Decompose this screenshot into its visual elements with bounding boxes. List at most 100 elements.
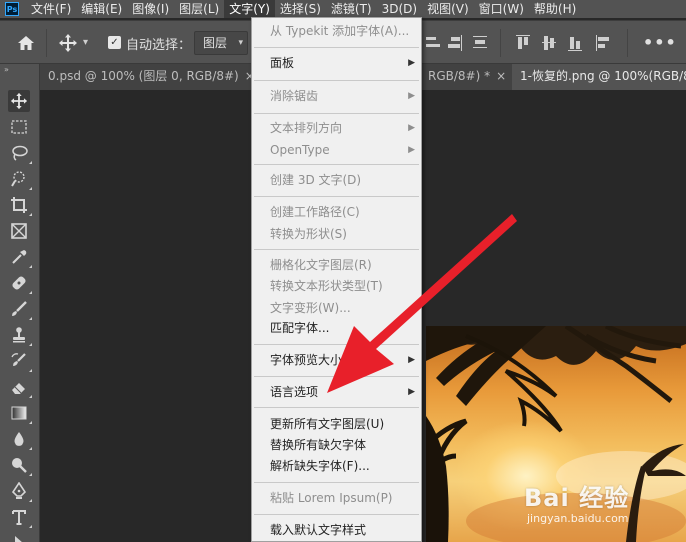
menu-item-create-3d-text: 创建 3D 文字(D) <box>252 169 421 191</box>
move-tool-icon[interactable] <box>58 33 78 53</box>
menu-file[interactable]: 文件(F) <box>26 0 76 18</box>
auto-select-checkbox[interactable]: ✓ <box>108 36 121 49</box>
type-menu-dropdown: 从 Typekit 添加字体(A)... 面板 ▶ 消除锯齿 ▶ 文本排列方向 ▶ O… <box>251 17 422 542</box>
tools-panel: » <box>0 64 40 542</box>
menu-item-label: 载入默认文字样式 <box>270 523 367 537</box>
menu-item-update-all-text-layers[interactable]: 更新所有文字图层(U) <box>252 413 421 435</box>
menu-item-label: 替换所有缺欠字体 <box>270 438 367 452</box>
align-center-icon[interactable] <box>425 34 441 52</box>
history-brush-tool-icon[interactable] <box>8 350 32 372</box>
home-icon[interactable] <box>16 33 36 53</box>
tab-label: RGB/8#) * <box>428 69 491 83</box>
healing-brush-tool-icon[interactable] <box>8 272 32 294</box>
menu-separator <box>254 407 419 408</box>
menu-separator <box>254 344 419 345</box>
menu-item-create-work-path: 创建工作路径(C) <box>252 201 421 223</box>
menu-separator <box>254 482 419 483</box>
marquee-tool-icon[interactable] <box>8 116 30 138</box>
menu-bar: Ps 文件(F) 编辑(E) 图像(I) 图层(L) 文字(Y) 选择(S) 滤… <box>0 0 686 18</box>
tab-label: 1-恢复的.png @ 100%(RGB/8) <box>520 69 686 83</box>
menu-item-add-typekit-fonts: 从 Typekit 添加字体(A)... <box>252 20 421 42</box>
menu-item-opentype: OpenType ▶ <box>252 139 421 161</box>
lasso-tool-icon[interactable] <box>8 142 32 164</box>
submenu-arrow-icon: ▶ <box>408 123 415 133</box>
pen-tool-icon[interactable] <box>8 480 32 502</box>
menu-item-convert-text-shape-type: 转换文本形状类型(T) <box>252 275 421 297</box>
menu-item-font-preview-size[interactable]: 字体预览大小 ▶ <box>252 349 421 371</box>
menu-item-paste-lorem-ipsum: 粘贴 Lorem Ipsum(P) <box>252 487 421 509</box>
tab-0-psd[interactable]: 0.psd @ 100% (图层 0, RGB/8#) × <box>40 64 255 90</box>
menu-filter[interactable]: 滤镜(T) <box>326 0 377 18</box>
chevron-down-icon[interactable]: ▾ <box>83 37 88 48</box>
menu-item-replace-missing-fonts[interactable]: 替换所有缺欠字体 <box>252 434 421 456</box>
dodge-tool-icon[interactable] <box>8 454 32 476</box>
eraser-tool-icon[interactable] <box>8 376 32 398</box>
menu-item-label: 创建工作路径(C) <box>270 205 360 219</box>
auto-select-label: 自动选择： <box>126 38 192 53</box>
menu-help[interactable]: 帮助(H) <box>529 0 581 18</box>
menu-item-panels[interactable]: 面板 ▶ <box>252 52 421 74</box>
menu-item-label: 转换为形状(S) <box>270 227 347 241</box>
submenu-arrow-icon: ▶ <box>408 355 415 365</box>
menu-image[interactable]: 图像(I) <box>127 0 174 18</box>
menu-edit[interactable]: 编辑(E) <box>76 0 127 18</box>
menu-item-rasterize-type-layer: 栅格化文字图层(R) <box>252 254 421 276</box>
distribute-bottom-icon[interactable] <box>567 34 583 52</box>
menu-layer[interactable]: 图层(L) <box>174 0 224 18</box>
menu-item-label: 面板 <box>270 56 295 70</box>
tab-restored-png[interactable]: 1-恢复的.png @ 100%(RGB/8) <box>512 64 686 90</box>
submenu-arrow-icon: ▶ <box>408 58 415 68</box>
menu-item-label: 从 Typekit 添加字体(A)... <box>270 24 410 38</box>
menu-item-label: 解析缺失字体(F)... <box>270 459 370 473</box>
menu-select[interactable]: 选择(S) <box>275 0 326 18</box>
menu-item-label: 栅格化文字图层(R) <box>270 258 372 272</box>
type-tool-icon[interactable] <box>8 506 32 528</box>
menu-item-label: 字体预览大小 <box>270 353 343 367</box>
move-tool-icon[interactable] <box>8 90 30 112</box>
menu-item-convert-to-shape: 转换为形状(S) <box>252 223 421 245</box>
collapse-icon[interactable]: » <box>4 65 9 74</box>
tab-2[interactable]: RGB/8#) * × <box>422 64 510 90</box>
layer-select-dropdown[interactable]: 图层 ▾ <box>194 31 248 55</box>
menu-window[interactable]: 窗口(W) <box>474 0 529 18</box>
menu-item-label: 更新所有文字图层(U) <box>270 417 385 431</box>
gradient-tool-icon[interactable] <box>8 402 32 424</box>
menu-item-load-default-type-styles[interactable]: 载入默认文字样式 <box>252 519 421 541</box>
align-bottom-icon[interactable] <box>472 34 488 52</box>
close-icon[interactable]: × <box>496 69 506 83</box>
distribute-left-icon[interactable] <box>595 34 611 52</box>
menu-separator <box>254 376 419 377</box>
menu-item-language-options[interactable]: 语言选项 ▶ <box>252 381 421 403</box>
menu-item-warp-text: 文字变形(W)... <box>252 297 421 319</box>
chevron-down-icon: ▾ <box>238 38 243 48</box>
menu-item-resolve-missing-fonts[interactable]: 解析缺失字体(F)... <box>252 455 421 477</box>
menu-type[interactable]: 文字(Y) <box>224 0 275 18</box>
menu-item-label: OpenType <box>270 143 330 157</box>
distribute-vcenter-icon[interactable] <box>541 34 557 52</box>
baidu-watermark: Bai 经验 <box>524 484 630 512</box>
path-selection-tool-icon[interactable] <box>8 530 30 542</box>
menu-item-label: 文字变形(W)... <box>270 301 351 315</box>
quick-selection-tool-icon[interactable] <box>8 168 32 190</box>
brush-tool-icon[interactable] <box>8 298 32 320</box>
crop-tool-icon[interactable] <box>8 194 32 216</box>
menu-item-match-font[interactable]: 匹配字体... <box>252 317 421 339</box>
menu-item-anti-alias: 消除锯齿 ▶ <box>252 85 421 107</box>
menu-separator <box>254 47 419 48</box>
photoshop-logo-icon: Ps <box>5 2 19 16</box>
menu-3d[interactable]: 3D(D) <box>377 0 422 18</box>
menu-item-label: 语言选项 <box>270 385 319 399</box>
eyedropper-tool-icon[interactable] <box>8 246 32 268</box>
align-right-icon[interactable] <box>446 34 462 52</box>
menu-view[interactable]: 视图(V) <box>422 0 474 18</box>
submenu-arrow-icon: ▶ <box>408 145 415 155</box>
frame-tool-icon[interactable] <box>8 220 30 242</box>
options-divider <box>627 29 628 57</box>
distribute-top-icon[interactable] <box>515 34 531 52</box>
clone-stamp-tool-icon[interactable] <box>8 324 32 346</box>
blur-tool-icon[interactable] <box>8 428 32 450</box>
menu-separator <box>254 164 419 165</box>
layer-select-value: 图层 <box>203 36 228 50</box>
more-options-icon[interactable]: ••• <box>643 33 677 52</box>
options-divider <box>500 29 501 57</box>
